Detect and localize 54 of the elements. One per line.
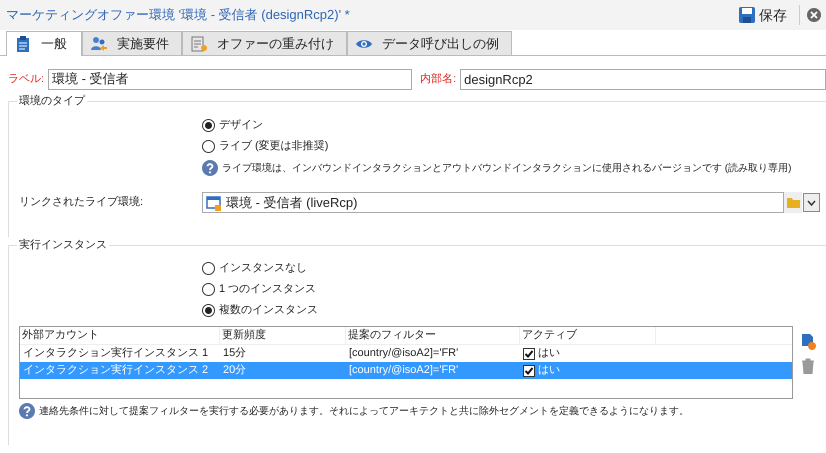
field-label: 内部名:	[420, 72, 456, 87]
radio-button[interactable]	[202, 119, 215, 132]
tab[interactable]: 実施要件	[82, 31, 182, 55]
save-button[interactable]: 保存	[735, 4, 791, 26]
checkbox[interactable]	[523, 348, 535, 360]
radio-button[interactable]	[202, 283, 215, 296]
table-cell-text: はい	[538, 346, 560, 362]
field-label: リンクされたライブ環境:	[19, 194, 144, 210]
table-cell-text: インタラクション実行インスタンス 2	[22, 362, 210, 378]
table-cell-text: インタラクション実行インスタンス 1	[22, 346, 210, 362]
help-icon	[19, 403, 35, 419]
caret-icon	[807, 200, 816, 206]
tab[interactable]: データ呼び出しの例	[347, 31, 512, 55]
environment-icon	[206, 194, 222, 210]
help-icon	[202, 160, 218, 176]
radio-option[interactable]: デザイン	[202, 115, 826, 136]
table-cell-text: [country/@isoA2]='FR'	[348, 346, 460, 362]
column-header[interactable]: 更新頻度	[220, 327, 346, 344]
help-text: ライブ環境は、インバウンドインタラクションとアウトバウンドインタラクションに使用されるバージョンです (読み取り専用)	[222, 162, 792, 176]
table-row[interactable]: インタラクション実行インスタンス 1 15分 [country/@isoA2]='FR' はい	[20, 345, 792, 362]
folder-icon	[786, 197, 800, 208]
add-button[interactable]	[800, 334, 816, 350]
dropdown-button[interactable]	[803, 193, 820, 212]
window-title: マーケティングオファー環境 '環境 - 受信者 (designRcp2)' *	[6, 6, 351, 24]
form-icon	[191, 36, 207, 52]
input-field[interactable]: designRcp2	[460, 68, 826, 90]
save-icon	[739, 7, 755, 23]
delete-button[interactable]	[800, 358, 816, 374]
input-field[interactable]: 環境 - 受信者 (liveRcp)	[202, 192, 784, 213]
column-header[interactable]: 提案のフィルター	[346, 327, 520, 344]
table-cell-text: [country/@isoA2]='FR'	[348, 363, 460, 378]
radio-option[interactable]: ライブ (変更は非推奨)	[202, 136, 826, 157]
radio-button[interactable]	[202, 304, 215, 317]
add-document-icon	[800, 334, 816, 350]
clipboard-icon	[15, 36, 31, 52]
column-header[interactable]: 外部アカウント	[20, 327, 220, 344]
radio-button[interactable]	[202, 140, 215, 153]
close-icon	[806, 7, 822, 23]
table-cell-text: 20分	[222, 363, 248, 378]
radio-option[interactable]: 複数のインスタンス	[202, 300, 826, 321]
people-icon	[91, 36, 107, 52]
column-header[interactable]: アクティブ	[520, 327, 656, 344]
input-field[interactable]: 環境 - 受信者	[48, 68, 412, 90]
radio-option[interactable]: インスタンスなし	[202, 258, 826, 279]
table-cell-text: 15分	[222, 346, 248, 362]
tab[interactable]: オファーの重み付け	[182, 31, 347, 55]
tab[interactable]: 一般	[6, 31, 82, 56]
field-label: ラベル:	[8, 72, 44, 87]
table-cell-text: はい	[538, 363, 560, 378]
help-text: 連絡先条件に対して提案フィルターを実行する必要があります。それによってアーキテクトと共に除外セグメントを定義できるようになります。	[39, 404, 689, 418]
checkbox[interactable]	[523, 364, 535, 376]
trash-icon	[800, 358, 816, 374]
radio-option[interactable]: 1 つのインスタンス	[202, 279, 826, 300]
radio-button[interactable]	[202, 262, 215, 275]
